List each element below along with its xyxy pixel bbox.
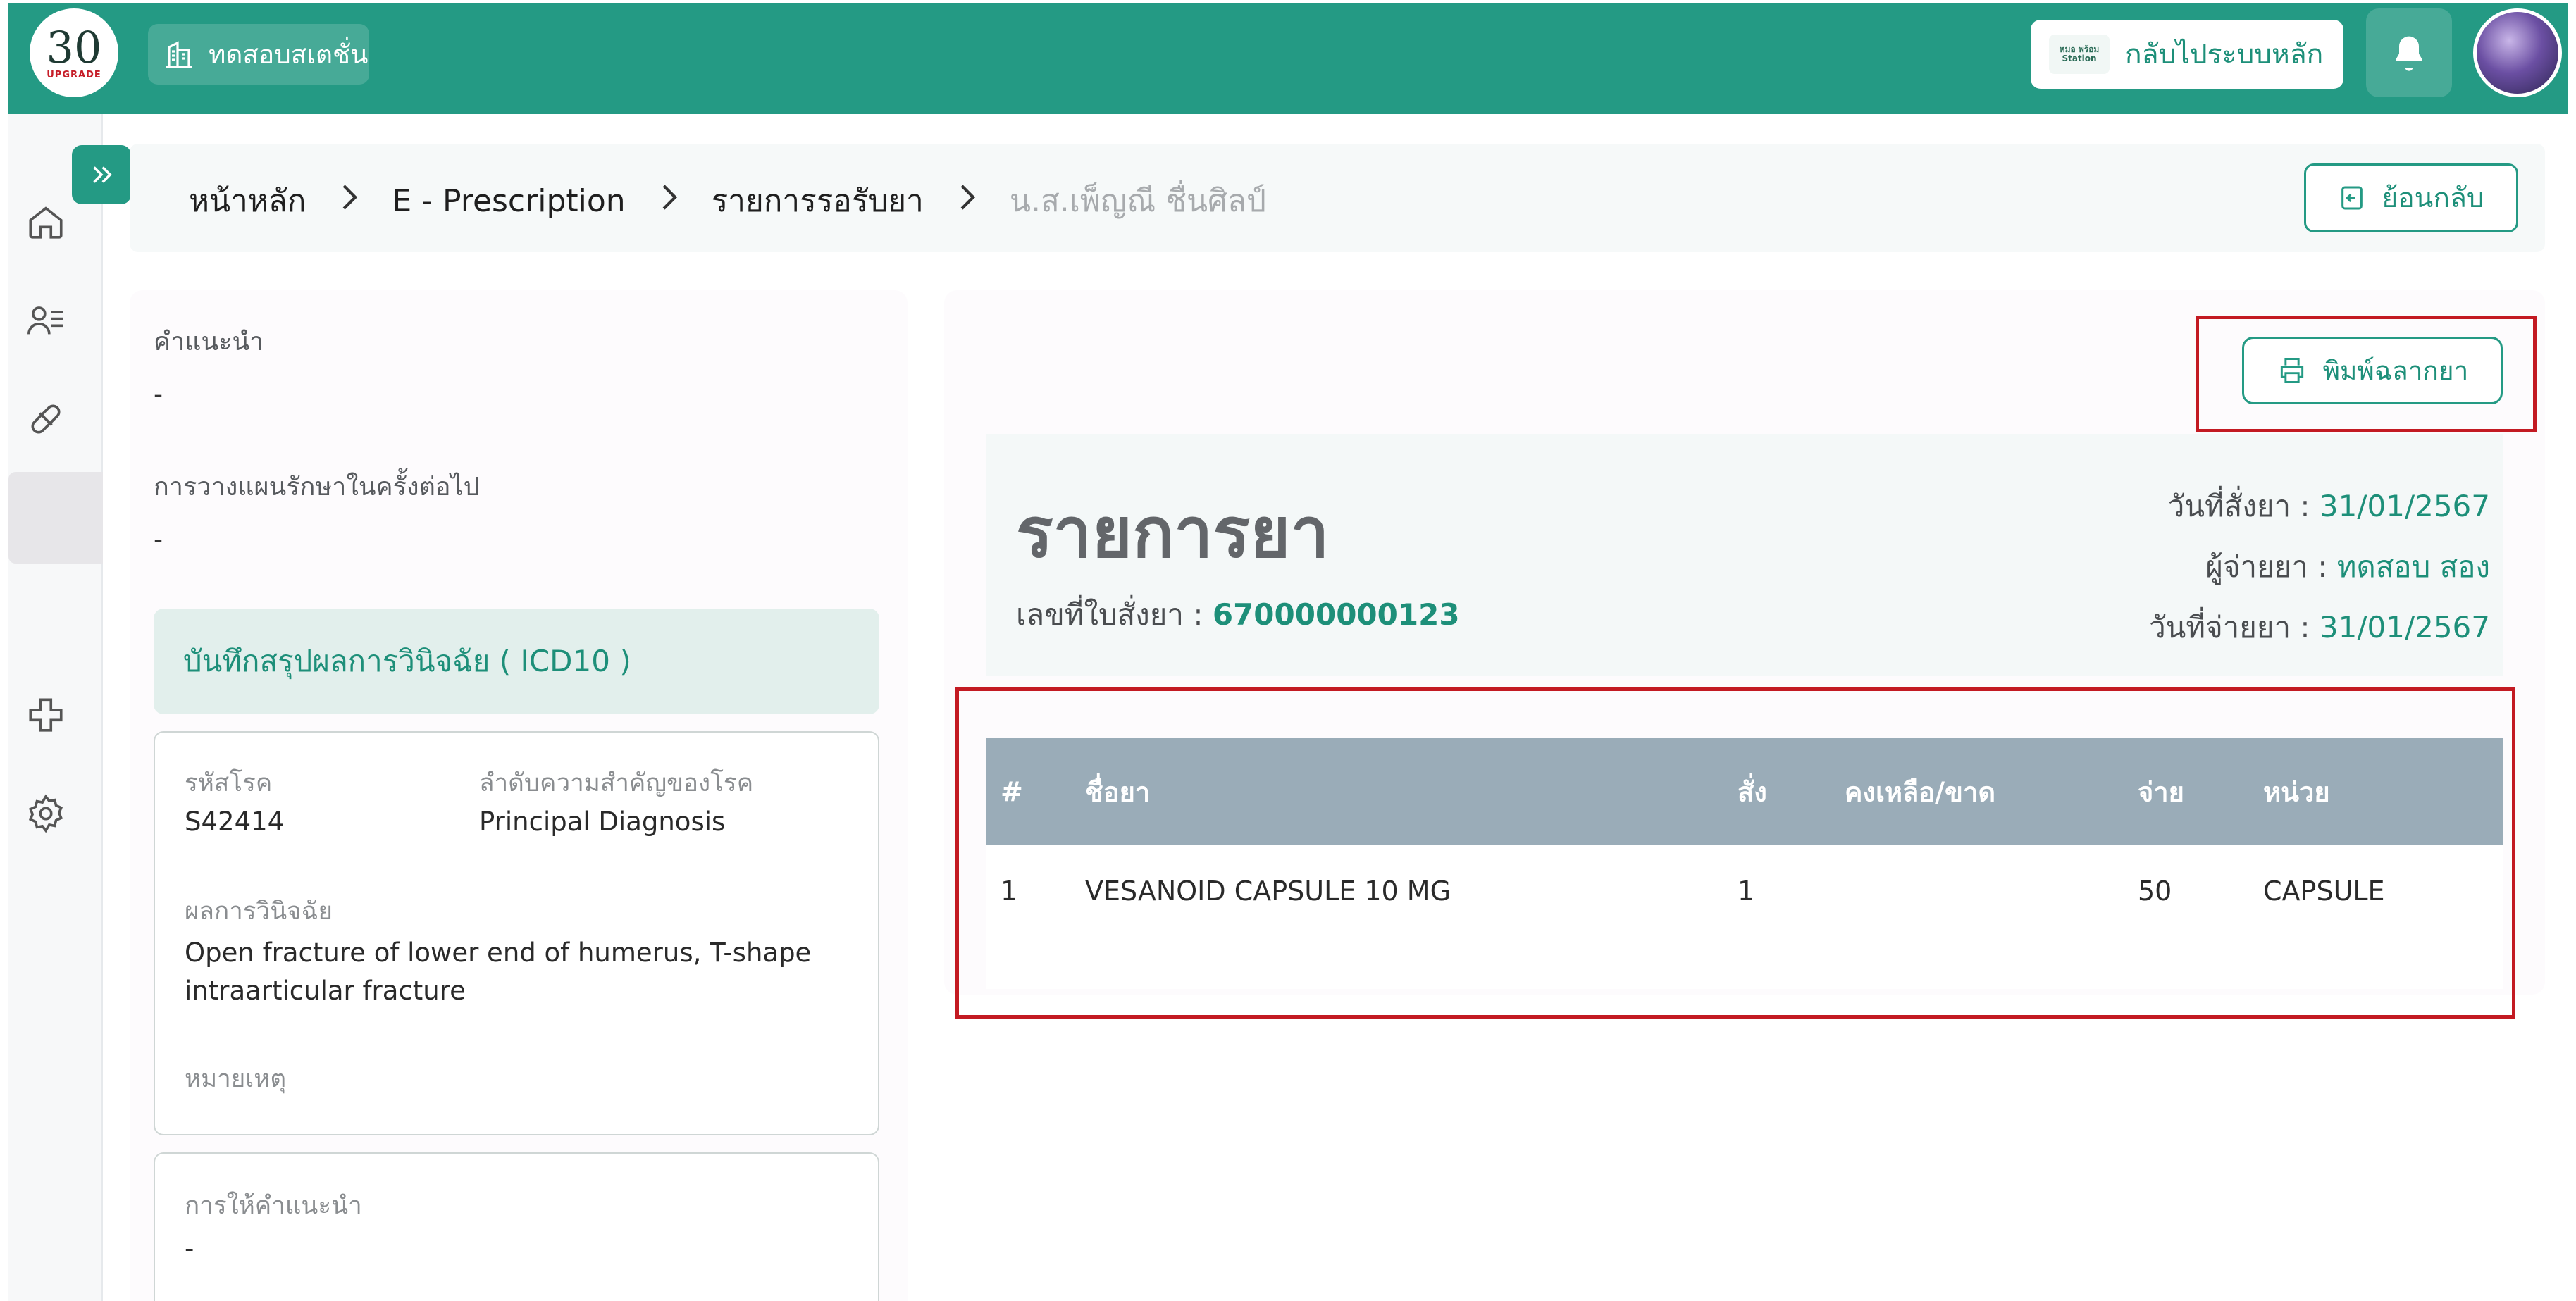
- sidebar-item-prescription[interactable]: [24, 397, 68, 441]
- icd10-section-header: บันทึกสรุปผลการวินิจฉัย ( ICD10 ): [154, 609, 879, 714]
- logo-caption: UPGRADE: [47, 69, 101, 80]
- counsel-card: การให้คำแนะนำ -: [154, 1152, 879, 1301]
- highlight-box-table: [955, 687, 2515, 1019]
- breadcrumb: หน้าหลัก E - Prescription รายการรอรับยา …: [189, 176, 1266, 225]
- app-logo[interactable]: 30 UPGRADE: [30, 8, 118, 97]
- breadcrumb-e-prescription[interactable]: E - Prescription: [392, 183, 625, 219]
- back-arrow-icon: [2341, 186, 2363, 210]
- order-date-value: 31/01/2567: [2319, 489, 2490, 523]
- advice-label: คำแนะนำ: [154, 328, 264, 356]
- dispenser: ผู้จ่ายยา : ทดสอบ สอง: [2205, 544, 2490, 590]
- sidebar-item-medical[interactable]: [24, 693, 68, 737]
- dispense-date: วันที่จ่ายยา : 31/01/2567: [2149, 604, 2490, 651]
- back-to-main-button[interactable]: หมอ พร้อม Station กลับไประบบหลัก: [2031, 20, 2343, 89]
- note-label: หมายเหตุ: [185, 1065, 287, 1093]
- breadcrumb-bar: หน้าหลัก E - Prescription รายการรอรับยา …: [130, 144, 2545, 252]
- home-icon: [29, 206, 63, 239]
- diagnosis-card: รหัสโรค S42414 ลำดับความสำคัญของโรค Prin…: [154, 731, 879, 1135]
- plan-value: -: [154, 525, 163, 554]
- disease-code-value: S42414: [185, 807, 285, 837]
- counsel-value: -: [185, 1233, 194, 1264]
- bell-icon: [2396, 36, 2422, 71]
- breadcrumb-waiting-list[interactable]: รายการรอรับยา: [712, 176, 924, 225]
- station-label: ทดสอบสเตชั่น: [209, 39, 369, 70]
- dispenser-label: ผู้จ่ายยา :: [2205, 549, 2337, 584]
- sidebar-active-item[interactable]: [8, 472, 103, 564]
- order-date: วันที่สั่งยา : 31/01/2567: [2168, 483, 2490, 530]
- back-to-main-label: กลับไประบบหลัก: [2125, 39, 2324, 70]
- building-icon: [166, 41, 192, 68]
- double-chevron-right-icon: [93, 166, 112, 183]
- sidebar-item-patients[interactable]: [24, 299, 68, 342]
- dispense-date-value: 31/01/2567: [2319, 610, 2490, 645]
- dispense-date-label: วันที่จ่ายยา :: [2149, 610, 2320, 645]
- medical-cross-icon: [29, 698, 63, 732]
- logo-number: 30: [46, 21, 102, 73]
- advice-value: -: [154, 380, 163, 409]
- notification-button[interactable]: [2366, 8, 2452, 97]
- chevron-right-icon: [337, 181, 361, 221]
- sidebar-item-settings[interactable]: [24, 792, 68, 835]
- counsel-label: การให้คำแนะนำ: [185, 1192, 362, 1220]
- dispenser-value: ทดสอบ สอง: [2336, 549, 2490, 584]
- back-button[interactable]: ย้อนกลับ: [2304, 163, 2518, 232]
- prescription-number: เลขที่ใบสั่งยา : 670000000123: [1016, 592, 1460, 638]
- disease-priority-value: Principal Diagnosis: [479, 807, 726, 837]
- disease-code-label: รหัสโรค: [185, 769, 273, 797]
- gear-icon: [28, 794, 63, 833]
- breadcrumb-current: น.ส.เพ็ญณี ชื่นศิลป์: [1009, 183, 1266, 219]
- back-button-label: ย้อนกลับ: [2382, 182, 2484, 214]
- prescription-title: รายการยา: [1016, 493, 1330, 573]
- disease-priority-label: ลำดับความสำคัญของโรค: [479, 769, 754, 797]
- order-date-label: วันที่สั่งยา :: [2167, 489, 2320, 523]
- diagnosis-result-label: ผลการวินิจฉัย: [185, 897, 333, 926]
- station-mini-logo: หมอ พร้อม Station: [2049, 35, 2110, 74]
- breadcrumb-home[interactable]: หน้าหลัก: [189, 176, 306, 225]
- user-avatar[interactable]: [2473, 8, 2562, 97]
- pill-icon: [31, 404, 61, 434]
- sidebar-expand-button[interactable]: [72, 145, 131, 204]
- station-chip[interactable]: ทดสอบสเตชั่น: [148, 24, 369, 85]
- user-list-icon: [27, 306, 63, 335]
- sidebar-item-home[interactable]: [24, 200, 68, 244]
- highlight-box-print: [2196, 316, 2537, 432]
- chevron-right-icon: [955, 181, 979, 221]
- plan-label: การวางแผนรักษาในครั้งต่อไป: [154, 473, 480, 502]
- prescription-number-value: 670000000123: [1212, 597, 1460, 632]
- prescription-number-label: เลขที่ใบสั่งยา :: [1016, 597, 1213, 632]
- chevron-right-icon: [657, 181, 681, 221]
- diagnosis-result-value: Open fracture of lower end of humerus, T…: [185, 938, 812, 1006]
